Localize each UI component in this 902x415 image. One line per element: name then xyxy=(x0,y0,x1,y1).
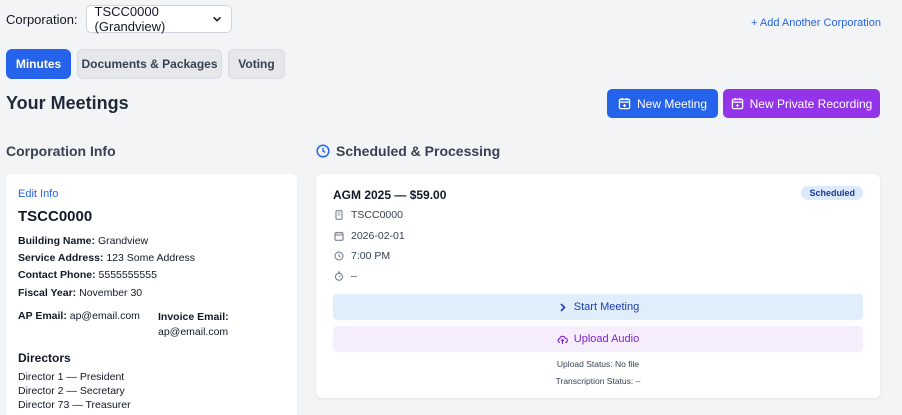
building-name-value: Grandview xyxy=(97,235,149,247)
corporation-select-value: TSCC0000 (Grandview) xyxy=(94,4,166,34)
meeting-date-value: 2026-02-01 xyxy=(351,230,405,242)
corporation-info-card: Edit Info TSCC0000 Building Name: Grandv… xyxy=(6,174,297,415)
chevron-down-icon xyxy=(213,16,222,22)
building-icon xyxy=(335,210,343,220)
new-private-recording-button[interactable]: New Private Recording xyxy=(723,89,880,118)
transcription-status: Transcription Status: – xyxy=(555,376,641,386)
upload-audio-label: Upload Audio xyxy=(573,333,640,345)
clock-icon xyxy=(334,251,344,261)
meeting-date: 2026-02-01 xyxy=(334,230,405,242)
building-name-row: Building Name: Grandview xyxy=(18,235,148,247)
new-meeting-label: New Meeting xyxy=(636,96,708,111)
corporation-bar: Corporation: TSCC0000 (Grandview) xyxy=(6,4,232,34)
building-name-label: Building Name: xyxy=(18,235,96,247)
fiscal-year-row: Fiscal Year: November 30 xyxy=(18,287,142,299)
clock-icon xyxy=(316,144,330,158)
contact-phone-label: Contact Phone: xyxy=(18,269,96,281)
calendar-plus-icon xyxy=(618,97,631,110)
directors-title: Directors xyxy=(18,351,71,365)
cloud-upload-icon xyxy=(557,335,568,344)
fiscal-year-value: November 30 xyxy=(79,287,143,299)
meeting-duration-value: – xyxy=(351,270,357,282)
start-meeting-button[interactable]: Start Meeting xyxy=(333,294,863,320)
scheduled-processing-title-text: Scheduled & Processing xyxy=(336,143,501,159)
meeting-title: AGM 2025 — $59.00 xyxy=(333,188,447,202)
tab-minutes[interactable]: Minutes xyxy=(6,49,71,79)
contact-phone-value: 5555555555 xyxy=(98,269,157,281)
status-badge: Scheduled xyxy=(801,186,863,200)
new-private-recording-label: New Private Recording xyxy=(749,96,873,111)
meeting-time-value: 7:00 PM xyxy=(351,250,391,262)
service-address-row: Service Address: 123 Some Address xyxy=(18,252,195,264)
scheduled-processing-title: Scheduled & Processing xyxy=(316,143,500,159)
edit-info-link[interactable]: Edit Info xyxy=(18,188,58,200)
upload-status: Upload Status: No file xyxy=(556,359,640,369)
calendar-icon xyxy=(334,231,344,241)
invoice-email-value: ap@email.com xyxy=(158,326,229,338)
stopwatch-icon xyxy=(335,271,343,281)
corporation-info-title-text: Corporation Info xyxy=(6,143,116,159)
service-address-value: 123 Some Address xyxy=(106,252,196,264)
contact-phone-row: Contact Phone: 5555555555 xyxy=(18,269,157,281)
meeting-corporation: TSCC0000 xyxy=(334,209,403,221)
meeting-duration: – xyxy=(334,270,357,282)
corporation-code: TSCC0000 xyxy=(18,208,93,225)
tab-documents-packages[interactable]: Documents & Packages xyxy=(77,49,222,79)
service-address-label: Service Address: xyxy=(18,252,104,264)
director-item: Director 2 — Secretary xyxy=(18,385,125,397)
fiscal-year-label: Fiscal Year: xyxy=(18,287,77,299)
add-corporation-link[interactable]: + Add Another Corporation xyxy=(751,17,881,29)
start-meeting-label: Start Meeting xyxy=(573,301,640,313)
calendar-plus-icon xyxy=(731,97,743,110)
invoice-email-label: Invoice Email: xyxy=(158,311,229,323)
corporation-select[interactable]: TSCC0000 (Grandview) xyxy=(85,4,232,34)
upload-audio-button[interactable]: Upload Audio xyxy=(333,326,863,352)
tab-bar: Minutes Documents & Packages Voting xyxy=(6,49,285,79)
director-item: Director 73 — Treasurer xyxy=(18,399,131,411)
invoice-email-block: Invoice Email: ap@email.com xyxy=(158,310,229,340)
director-item: Director 1 — President xyxy=(18,371,125,383)
ap-email-row: AP Email: ap@email.com xyxy=(18,310,140,322)
ap-email-value: ap@email.com xyxy=(69,310,140,322)
new-meeting-button[interactable]: New Meeting xyxy=(607,89,718,118)
meeting-card: AGM 2025 — $59.00 Scheduled TSCC0000 202… xyxy=(316,174,880,398)
chevron-right-icon xyxy=(560,302,566,312)
tab-voting[interactable]: Voting xyxy=(228,49,285,79)
corporation-label: Corporation: xyxy=(6,11,78,27)
meeting-time: 7:00 PM xyxy=(334,250,390,262)
meeting-corporation-value: TSCC0000 xyxy=(351,209,403,221)
page-title: Your Meetings xyxy=(6,93,129,113)
corporation-info-title: Corporation Info xyxy=(6,143,116,159)
ap-email-label: AP Email: xyxy=(18,310,67,322)
